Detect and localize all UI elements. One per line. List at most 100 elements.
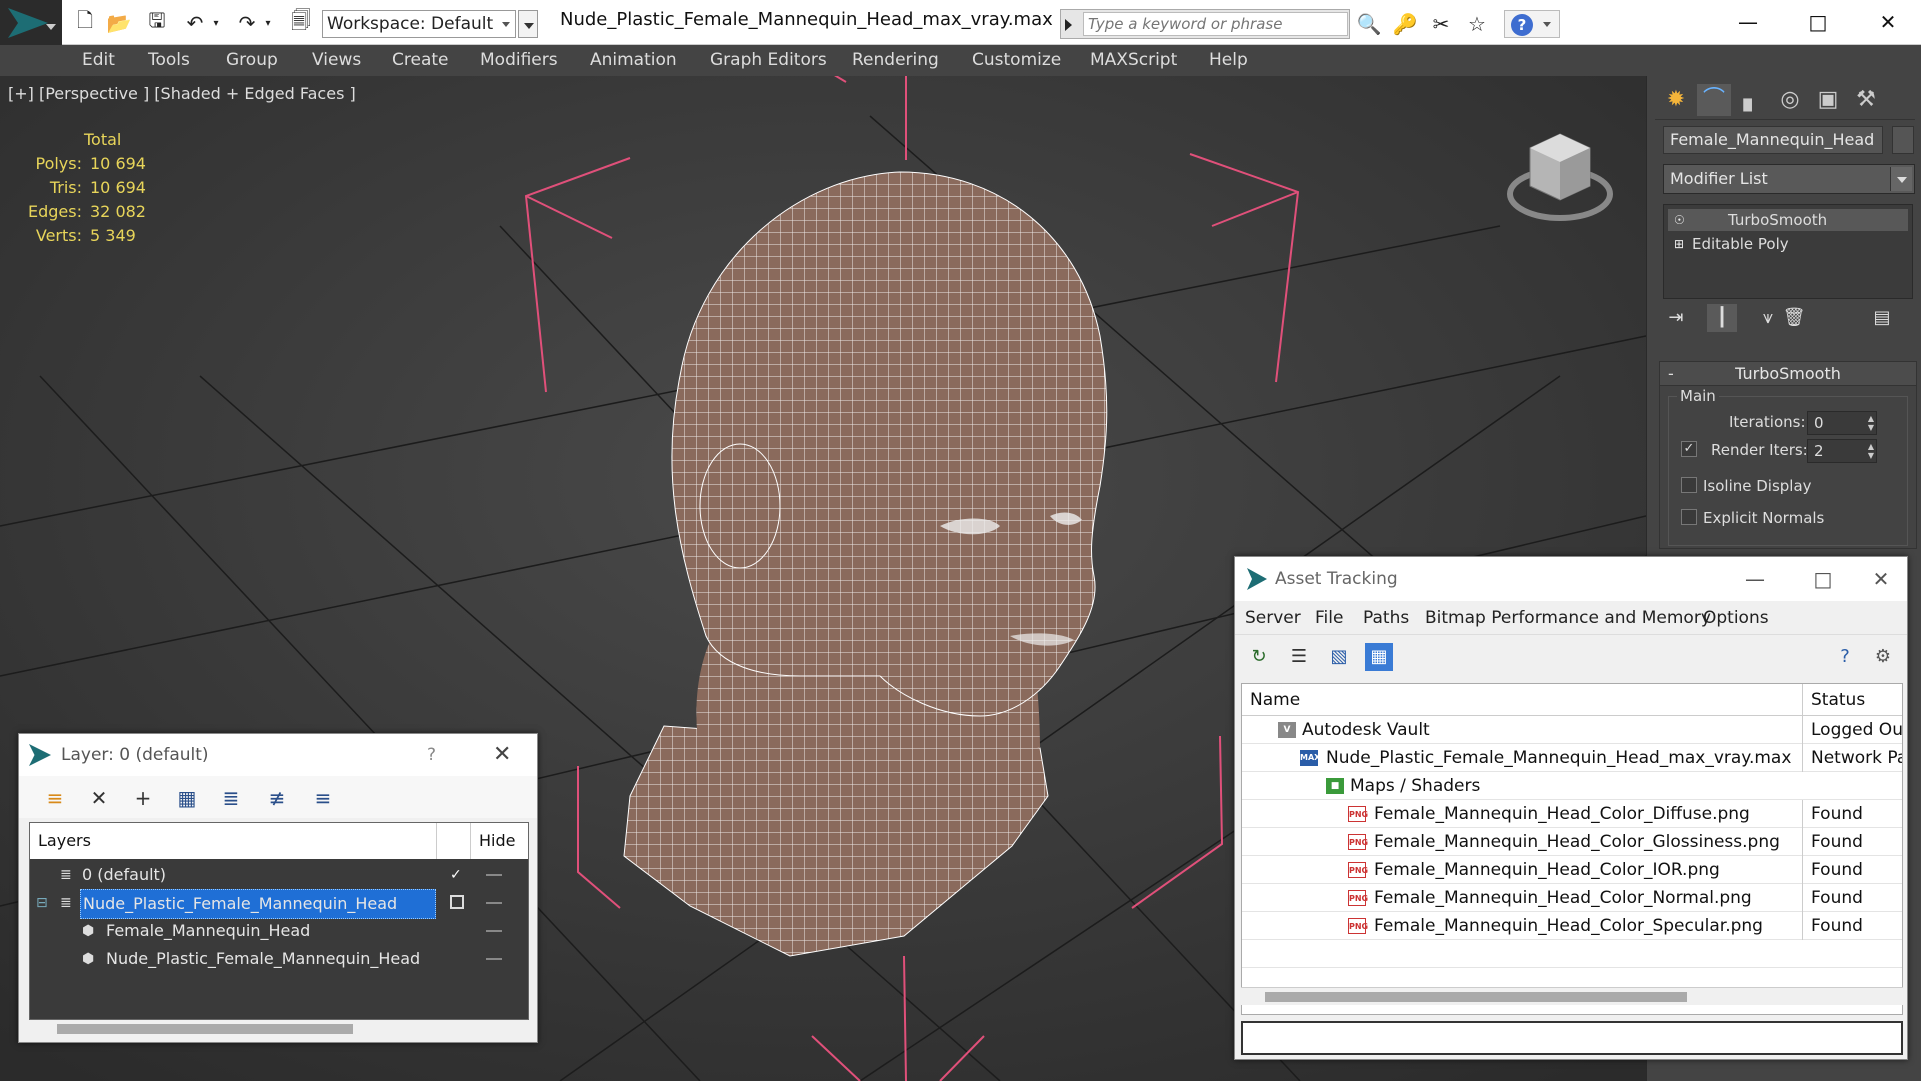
configure-sets-icon[interactable]: ▤ (1867, 304, 1897, 332)
remove-modifier-icon[interactable]: 🗑 (1779, 304, 1809, 332)
modifier-list-dropdown[interactable]: Modifier List (1663, 164, 1915, 194)
hide-toggle[interactable] (486, 874, 502, 876)
menu-graph-editors[interactable]: Graph Editors (710, 45, 827, 76)
thumbnail-view-icon[interactable]: ▧ (1325, 643, 1353, 671)
binoculars-icon[interactable]: 🔍 (1354, 10, 1384, 38)
layer-row-mannequin[interactable]: ⊟ ≣ Nude_Plastic_Female_Mannequin_Head (30, 889, 528, 919)
hide-toggle[interactable] (486, 930, 502, 932)
asset-row[interactable]: PNG Female_Mannequin_Head_Color_Glossine… (1242, 828, 1902, 856)
asset-row[interactable]: PNG Female_Mannequin_Head_Color_Normal.p… (1242, 884, 1902, 912)
menu-animation[interactable]: Animation (590, 45, 677, 76)
status-column-header[interactable]: Status (1802, 684, 1902, 716)
create-tab-icon[interactable]: ✹ (1659, 84, 1693, 116)
horizontal-scrollbar[interactable] (1241, 987, 1903, 1005)
hide-toggle[interactable] (486, 902, 502, 904)
undo-dropdown-icon[interactable]: ▾ (208, 9, 224, 37)
isoline-display-checkbox[interactable] (1681, 477, 1697, 493)
asset-row[interactable]: PNG Female_Mannequin_Head_Color_Diffuse.… (1242, 800, 1902, 828)
menu-tools[interactable]: Tools (148, 45, 190, 76)
spinner-arrows-icon[interactable]: ▲ ▼ (1868, 414, 1874, 432)
close-button[interactable]: ✕ (1866, 6, 1910, 38)
menu-maxscript[interactable]: MAXScript (1090, 45, 1177, 76)
render-iters-spinner[interactable]: 2 ▲ ▼ (1807, 439, 1877, 463)
lightbulb-icon[interactable]: ☉ (1674, 213, 1686, 227)
hide-column-header[interactable]: Hide (470, 823, 515, 859)
workspace-dropdown[interactable]: Workspace: Default (322, 10, 516, 38)
asset-row[interactable]: ■ Maps / Shaders (1242, 772, 1902, 800)
show-end-result-icon[interactable]: ┃ (1707, 304, 1737, 332)
collapse-icon[interactable]: - (1668, 362, 1674, 386)
active-layer-check-icon[interactable]: ✓ (450, 867, 466, 883)
asset-row[interactable]: PNG Female_Mannequin_Head_Color_Specular… (1242, 912, 1902, 940)
expand-plus-icon[interactable]: ⊞ (1674, 237, 1686, 251)
viewport-label[interactable]: [+] [Perspective ] [Shaded + Edged Faces… (8, 84, 356, 103)
menu-bitmap-performance[interactable]: Bitmap Performance and Memory (1425, 601, 1711, 635)
iterations-spinner[interactable]: 0 ▲ ▼ (1807, 411, 1877, 435)
layers-column-header[interactable]: Layers (38, 823, 91, 859)
maximize-button[interactable]: □ (1796, 6, 1840, 38)
vault-help-icon[interactable]: ? (1831, 643, 1859, 671)
explicit-normals-checkbox[interactable] (1681, 509, 1697, 525)
spinner-arrows-icon[interactable]: ▲ ▼ (1868, 442, 1874, 460)
menu-modifiers[interactable]: Modifiers (480, 45, 558, 76)
menu-paths[interactable]: Paths (1363, 601, 1409, 635)
render-iters-checkbox[interactable]: ✓ (1681, 441, 1697, 457)
app-menu-button[interactable] (0, 0, 62, 45)
menu-file[interactable]: File (1315, 601, 1343, 635)
stack-item-turbosmooth[interactable]: ☉ TurboSmooth (1668, 209, 1908, 231)
asset-window-titlebar[interactable]: Asset Tracking — □ ✕ (1235, 557, 1907, 601)
collapse-minus-icon[interactable]: ⊟ (36, 895, 52, 911)
motion-tab-icon[interactable]: ◎ (1773, 84, 1807, 116)
menu-rendering[interactable]: Rendering (852, 45, 939, 76)
layer-row-object[interactable]: ⬢ Nude_Plastic_Female_Mannequin_Head (30, 945, 528, 973)
undo-icon[interactable]: ↶ (180, 9, 210, 37)
menu-group[interactable]: Group (226, 45, 278, 76)
search-input[interactable] (1083, 12, 1348, 36)
table-view-icon[interactable]: ▦ (1365, 643, 1393, 671)
expand-arrow-icon[interactable] (1065, 19, 1072, 31)
connect-icon[interactable]: ✂ (1426, 10, 1456, 38)
menu-customize[interactable]: Customize (972, 45, 1061, 76)
new-file-icon[interactable]: 🗋 (70, 8, 100, 37)
menu-options[interactable]: Options (1703, 601, 1769, 635)
horizontal-scrollbar[interactable] (29, 1020, 529, 1038)
menu-server[interactable]: Server (1245, 601, 1301, 635)
asset-row[interactable]: MAX Nude_Plastic_Female_Mannequin_Head_m… (1242, 744, 1902, 772)
redo-icon[interactable]: ↷ (232, 9, 262, 37)
minimize-button[interactable]: — (1726, 6, 1770, 38)
minimize-button[interactable]: — (1735, 557, 1775, 601)
pin-stack-icon[interactable]: ⇥ (1661, 304, 1691, 332)
hierarchy-tab-icon[interactable]: ▖ (1735, 84, 1769, 116)
asset-row[interactable]: PNG Female_Mannequin_Head_Color_IOR.png … (1242, 856, 1902, 884)
close-button[interactable]: ✕ (1861, 557, 1901, 601)
object-name-field[interactable]: Female_Mannequin_Head (1663, 126, 1883, 154)
help-button[interactable]: ? (1504, 10, 1560, 38)
workspace-more-button[interactable] (518, 10, 538, 38)
list-view-icon[interactable]: ☰ (1285, 643, 1313, 671)
save-icon[interactable]: 🖫 (142, 8, 172, 37)
scrollbar-thumb[interactable] (57, 1024, 353, 1034)
maximize-button[interactable]: □ (1803, 557, 1843, 601)
viewcube-icon[interactable] (1505, 124, 1615, 234)
object-color-swatch[interactable] (1892, 126, 1914, 154)
utilities-tab-icon[interactable]: ⚒ (1849, 84, 1883, 116)
menu-views[interactable]: Views (312, 45, 361, 76)
menu-edit[interactable]: Edit (82, 45, 115, 76)
asset-row[interactable]: V Autodesk Vault Logged Ou (1242, 716, 1902, 744)
hide-toggle[interactable] (486, 958, 502, 960)
favorites-star-icon[interactable]: ☆ (1462, 10, 1492, 38)
select-layer-objects-icon[interactable]: ▦ (173, 784, 201, 812)
project-folder-icon[interactable]: 🗐 (286, 8, 316, 37)
highlight-selected-icon[interactable]: ≣ (217, 784, 245, 812)
hide-all-layers-icon[interactable]: ≢ (263, 784, 291, 812)
name-column-header[interactable]: Name (1250, 684, 1300, 716)
delete-layer-icon[interactable]: ✕ (85, 784, 113, 812)
open-file-icon[interactable]: 📂 (104, 9, 134, 37)
create-layer-icon[interactable]: ≡ (41, 784, 69, 812)
make-active-box-icon[interactable] (450, 895, 464, 909)
settings-help-icon[interactable]: ⚙ (1869, 643, 1897, 671)
close-button[interactable]: ✕ (493, 734, 511, 776)
refresh-icon[interactable]: ↻ (1245, 643, 1273, 671)
layer-row-object[interactable]: ⬢ Female_Mannequin_Head (30, 917, 528, 945)
display-tab-icon[interactable]: ▣ (1811, 84, 1845, 116)
